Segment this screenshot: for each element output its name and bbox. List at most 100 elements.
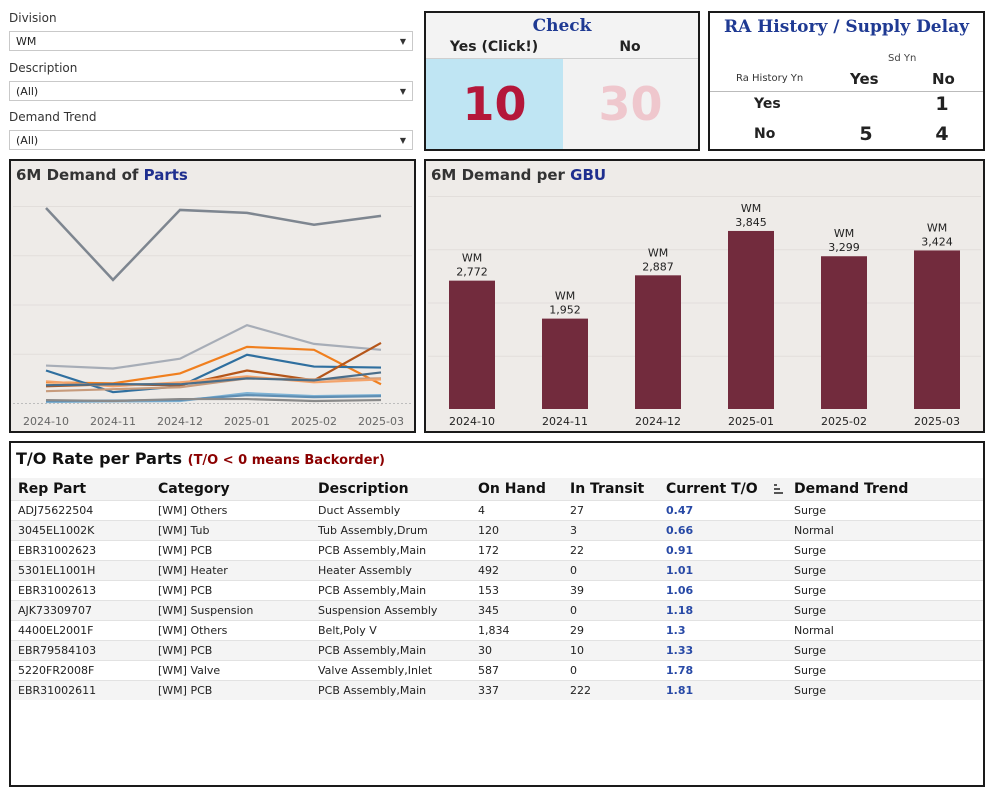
bar (728, 230, 774, 409)
x-tick-label: 2024-10 (449, 415, 495, 428)
bar-value-label: 2,887 (642, 260, 674, 273)
cell-description: PCB Assembly,Main (318, 684, 427, 697)
cell-demand-trend: Surge (794, 504, 827, 517)
cell-current-to: 1.78 (666, 664, 694, 677)
cell-current-to: 1.18 (666, 604, 694, 617)
bar-series-label: WM (648, 246, 668, 259)
chevron-down-icon[interactable]: ▼ (395, 33, 411, 49)
check-title: Check (532, 16, 592, 36)
cell-demand-trend: Surge (794, 584, 827, 597)
header-description[interactable]: Description (318, 481, 409, 497)
cell-description: Duct Assembly (318, 504, 401, 517)
cell-on-hand: 30 (478, 644, 492, 657)
backorder-note: (T/O < 0 means Backorder) (187, 453, 385, 468)
cell-in-transit: 0 (570, 604, 577, 617)
cell-rep-part: 4400EL2001F (18, 624, 94, 637)
division-dropdown[interactable]: WM ▼ (9, 31, 413, 51)
cell-current-to: 0.91 (666, 544, 694, 557)
x-tick-label: 2025-02 (821, 415, 867, 428)
check-yes-count[interactable]: 10 (426, 58, 563, 149)
header-demand-trend[interactable]: Demand Trend (794, 481, 908, 497)
cell-category: [WM] Tub (158, 524, 210, 537)
division-value: WM (16, 35, 37, 48)
cell-category: [WM] Others (158, 504, 228, 517)
cell-in-transit: 3 (570, 524, 577, 537)
description-value: (All) (16, 85, 39, 98)
check-panel: Check Yes (Click!) No 10 30 (424, 11, 700, 151)
ra-history-title: RA History / Supply Delay (724, 17, 969, 37)
cell-demand-trend: Normal (794, 524, 834, 537)
cell-current-to: 1.3 (666, 624, 686, 637)
x-tick-label: 2024-12 (157, 415, 203, 428)
cell-rep-part: EBR31002623 (18, 544, 97, 557)
table-row[interactable]: EBR31002611 [WM] PCB PCB Assembly,Main 337 2… (11, 680, 983, 700)
cell-current-to: 1.06 (666, 584, 694, 597)
cell-category: [WM] PCB (158, 584, 213, 597)
table-row[interactable]: 5301EL1001H [WM] Heater Heater Assembly 492… (11, 560, 983, 580)
cell-current-to: 0.47 (666, 504, 694, 517)
chevron-down-icon[interactable]: ▼ (395, 132, 411, 148)
bar (449, 280, 495, 409)
cell-current-to: 1.33 (666, 644, 694, 657)
division-label: Division (9, 11, 57, 25)
chevron-down-icon[interactable]: ▼ (395, 83, 411, 99)
table-row[interactable]: AJK73309707 [WM] Suspension Suspension Ass… (11, 600, 983, 620)
header-on-hand[interactable]: On Hand (478, 481, 546, 497)
bar (914, 250, 960, 409)
header-in-transit[interactable]: In Transit (570, 481, 644, 497)
bar-value-label: 3,845 (735, 216, 767, 229)
cell-description: PCB Assembly,Main (318, 644, 427, 657)
x-tick-label: 2025-02 (291, 415, 337, 428)
header-rep-part[interactable]: Rep Part (18, 481, 86, 497)
row-no-header: No (754, 126, 776, 142)
cell-in-transit: 0 (570, 664, 577, 677)
table-row[interactable]: 3045EL1002K [WM] Tub Tub Assembly,Drum 120 3… (11, 520, 983, 540)
table-row[interactable]: ADJ75622504 [WM] Others Duct Assembly 4 27 0.… (11, 500, 983, 520)
series-line (45, 207, 382, 282)
table-row[interactable]: 5220FR2008F [WM] Valve Valve Assembly,Inle… (11, 660, 983, 680)
cell-description: Tub Assembly,Drum (318, 524, 428, 537)
table-row[interactable]: EBR31002623 [WM] PCB PCB Assembly,Main 172 2… (11, 540, 983, 560)
cell-in-transit: 22 (570, 544, 584, 557)
header-current-to[interactable]: Current T/O (666, 481, 758, 497)
demand-trend-dropdown[interactable]: (All) ▼ (9, 130, 413, 150)
bar-value-label: 2,772 (456, 266, 488, 279)
cell-demand-trend: Surge (794, 564, 827, 577)
cell-category: [WM] Suspension (158, 604, 254, 617)
cell-demand-trend: Surge (794, 684, 827, 697)
ra-no-sd-yes[interactable]: 5 (851, 123, 881, 145)
col-no-header: No (932, 70, 955, 88)
cell-on-hand: 1,834 (478, 624, 510, 637)
bar-series-label: WM (741, 202, 761, 215)
cell-on-hand: 4 (478, 504, 485, 517)
check-no-count[interactable]: 30 (563, 58, 698, 149)
bar-value-label: 3,424 (921, 235, 953, 248)
cell-category: [WM] Others (158, 624, 228, 637)
check-no-label[interactable]: No (562, 39, 698, 55)
table-row[interactable]: EBR31002613 [WM] PCB PCB Assembly,Main 153 3… (11, 580, 983, 600)
cell-description: Heater Assembly (318, 564, 412, 577)
ra-no-sd-no[interactable]: 4 (927, 123, 957, 145)
sort-icon[interactable] (774, 484, 786, 494)
cell-in-transit: 29 (570, 624, 584, 637)
ra-history-panel: RA History / Supply Delay Sd Yn Ra Histo… (708, 11, 985, 151)
description-dropdown[interactable]: (All) ▼ (9, 81, 413, 101)
check-yes-label[interactable]: Yes (Click!) (426, 39, 562, 55)
cell-rep-part: 5301EL1001H (18, 564, 96, 577)
cell-description: Belt,Poly V (318, 624, 377, 637)
table-row[interactable]: EBR79584103 [WM] PCB PCB Assembly,Main 30 10… (11, 640, 983, 660)
col-yes-header: Yes (850, 70, 879, 88)
ra-yes-sd-no[interactable]: 1 (927, 93, 957, 115)
cell-on-hand: 153 (478, 584, 499, 597)
cell-in-transit: 10 (570, 644, 584, 657)
x-tick-label: 2024-11 (90, 415, 136, 428)
description-filter: Description (All) ▼ (9, 61, 413, 101)
bar-series-label: WM (927, 221, 947, 234)
cell-in-transit: 39 (570, 584, 584, 597)
bar (635, 275, 681, 409)
header-category[interactable]: Category (158, 481, 230, 497)
bar-value-label: 3,299 (828, 241, 860, 254)
parts-demand-chart-panel: 6M Demand of Parts 2024-10 2024-11 2024-12… (9, 159, 416, 433)
divider (710, 91, 983, 92)
table-row[interactable]: 4400EL2001F [WM] Others Belt,Poly V 1,834 29… (11, 620, 983, 640)
